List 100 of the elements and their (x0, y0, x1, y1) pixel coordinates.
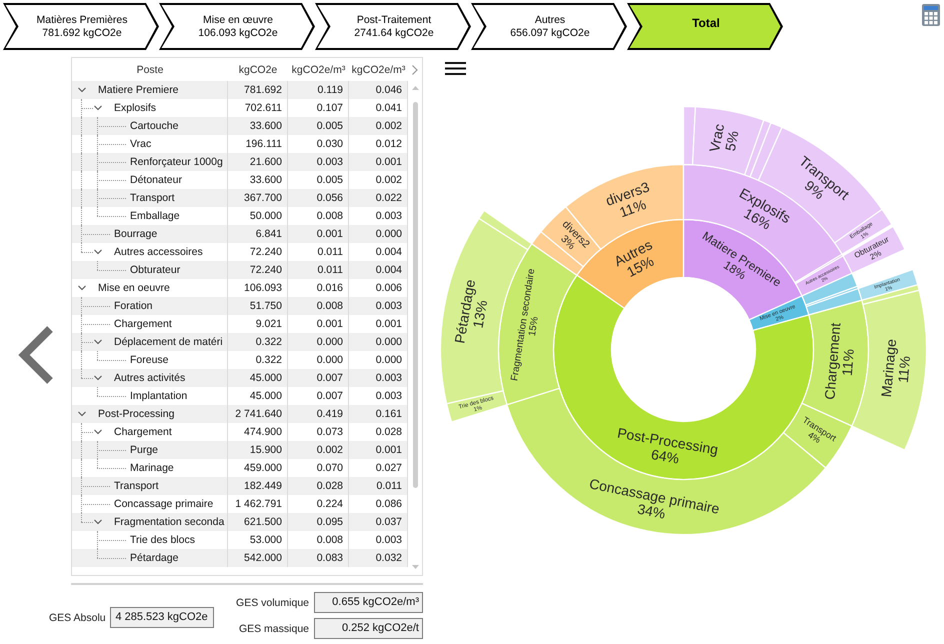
chevron-left-icon[interactable] (17, 325, 54, 385)
row-label: Purge (130, 443, 158, 458)
table-cell: 0.003 (349, 369, 408, 387)
table-cell: 51.750 (228, 297, 288, 315)
calculator-icon[interactable] (922, 4, 940, 26)
table-cell: 0.095 (288, 513, 349, 531)
table-cell: 0.028 (288, 477, 349, 495)
breadcrumb-step[interactable]: Autres 656.097 kgCO2e (471, 3, 627, 50)
table-cell: 0.322 (228, 333, 288, 351)
table-row[interactable]: Obturateur 72.240 0.011 0.004 (72, 261, 408, 279)
table-row[interactable]: Renforçateur 1000g 21.600 0.003 0.001 (72, 153, 408, 171)
chevron-down-icon[interactable] (94, 104, 102, 112)
breadcrumb-step[interactable]: Matières Premières 781.692 kgCO2e (3, 3, 159, 50)
table-row[interactable]: Fragmentation seconda 621.500 0.095 0.037 (72, 513, 408, 531)
column-header[interactable]: kgCO2e/m³ (349, 64, 408, 76)
table-cell: 0.083 (288, 549, 349, 567)
column-header[interactable]: kgCO2e/m³ (288, 64, 349, 76)
row-label: Vrac (130, 137, 152, 152)
table-cell: 0.004 (349, 261, 408, 279)
row-label: Pétardage (130, 551, 178, 566)
table-cell: 0.119 (288, 81, 349, 99)
chevron-down-icon[interactable] (94, 518, 102, 526)
table-row[interactable]: Cartouche 33.600 0.005 0.002 (72, 117, 408, 135)
table-cell: 0.002 (349, 117, 408, 135)
chevron-down-icon[interactable] (94, 374, 102, 382)
chevron-down-icon[interactable] (94, 338, 102, 346)
table-cell: 45.000 (228, 369, 288, 387)
row-label: Fragmentation seconda (114, 515, 224, 530)
scrollbar-thumb[interactable] (412, 102, 418, 488)
table-cell: 21.600 (228, 153, 288, 171)
table-cell: 0.003 (288, 153, 349, 171)
table-cell: 0.032 (349, 549, 408, 567)
table-cell: 0.007 (288, 369, 349, 387)
value-field[interactable]: 0.252 kgCO2e/t (314, 618, 423, 639)
table-row[interactable]: Transport 367.700 0.056 0.022 (72, 189, 408, 207)
table-row[interactable]: Matiere Premiere 781.692 0.119 0.046 (72, 81, 408, 99)
chevron-down-icon[interactable] (94, 248, 102, 256)
chevron-right-icon[interactable] (412, 64, 418, 74)
table-cell: 0.001 (349, 441, 408, 459)
row-label: Obturateur (130, 263, 180, 278)
table-cell: 0.001 (288, 225, 349, 243)
table-cell: 0.022 (349, 189, 408, 207)
row-label: Transport (130, 191, 175, 206)
row-label: Foration (114, 299, 153, 314)
table-cell: 0.000 (288, 333, 349, 351)
table-cell: 0.419 (288, 405, 349, 423)
table-cell: 0.005 (288, 117, 349, 135)
table-cell: 182.449 (228, 477, 288, 495)
table-cell: 0.011 (349, 477, 408, 495)
table-row[interactable]: Déplacement de matéri 0.322 0.000 0.000 (72, 333, 408, 351)
table-cell: 542.000 (228, 549, 288, 567)
table-cell: 621.500 (228, 513, 288, 531)
table-cell: 72.240 (228, 261, 288, 279)
value-field[interactable]: 4 285.523 kgCO2e (110, 607, 214, 628)
field-label: GES volumique (236, 596, 309, 608)
row-label: Marinage (130, 461, 174, 476)
table-cell: 0.011 (288, 261, 349, 279)
field-label: GES massique (238, 622, 309, 634)
table-cell: 0.056 (288, 189, 349, 207)
table-cell: 0.002 (288, 441, 349, 459)
row-label: Chargement (114, 425, 172, 440)
row-label: Transport (114, 479, 159, 494)
table-row[interactable]: Bourrage 6.841 0.001 0.000 (72, 225, 408, 243)
row-label: Implantation (130, 389, 188, 404)
table-cell: 0.000 (349, 333, 408, 351)
breadcrumb-step[interactable]: Post-Traitement 2741.64 kgCO2e (315, 3, 471, 50)
table-row[interactable]: Purge 15.900 0.002 0.001 (72, 441, 408, 459)
table-cell: 0.008 (288, 297, 349, 315)
breadcrumb-step[interactable]: Mise en œuvre 106.093 kgCO2e (159, 3, 315, 50)
row-label: Déplacement de matéri (114, 335, 223, 350)
breadcrumb-step[interactable]: Total (627, 3, 783, 50)
chevron-down-icon[interactable] (78, 410, 86, 418)
table-cell: 0.003 (349, 297, 408, 315)
value-field[interactable]: 0.655 kgCO2e/m³ (314, 592, 423, 613)
table-cell: 367.700 (228, 189, 288, 207)
row-label: Cartouche (130, 119, 178, 134)
table-row[interactable]: Foration 51.750 0.008 0.003 (72, 297, 408, 315)
table-cell: 2 741.640 (228, 405, 288, 423)
table-row[interactable]: Pétardage 542.000 0.083 0.032 (72, 549, 408, 567)
table-row[interactable]: Autres activités 45.000 0.007 0.003 (72, 369, 408, 387)
table-row[interactable]: Post-Processing 2 741.640 0.419 0.161 (72, 405, 408, 423)
chevron-down-icon[interactable] (78, 86, 86, 94)
row-label: Renforçateur 1000g (130, 155, 223, 170)
row-label: Matiere Premiere (98, 83, 179, 98)
segment-percent: 15% (526, 316, 541, 337)
column-header[interactable]: Poste (72, 64, 228, 76)
row-label: Bourrage (114, 227, 158, 242)
row-label: Trie des blocs (130, 533, 195, 548)
row-label: Mise en oeuvre (98, 281, 170, 296)
menu-icon[interactable] (445, 62, 466, 75)
chevron-down-icon[interactable] (94, 428, 102, 436)
table-cell: 781.692 (228, 81, 288, 99)
chevron-down-icon[interactable] (78, 284, 86, 292)
table-cell: 33.600 (228, 117, 288, 135)
table-row[interactable]: Transport 182.449 0.028 0.011 (72, 477, 408, 495)
table-cell: 0.161 (349, 405, 408, 423)
table-cell: 0.001 (349, 153, 408, 171)
column-header[interactable]: kgCO2e (228, 64, 288, 76)
table-cell: 6.841 (228, 225, 288, 243)
row-label: Concassage primaire (114, 497, 214, 512)
